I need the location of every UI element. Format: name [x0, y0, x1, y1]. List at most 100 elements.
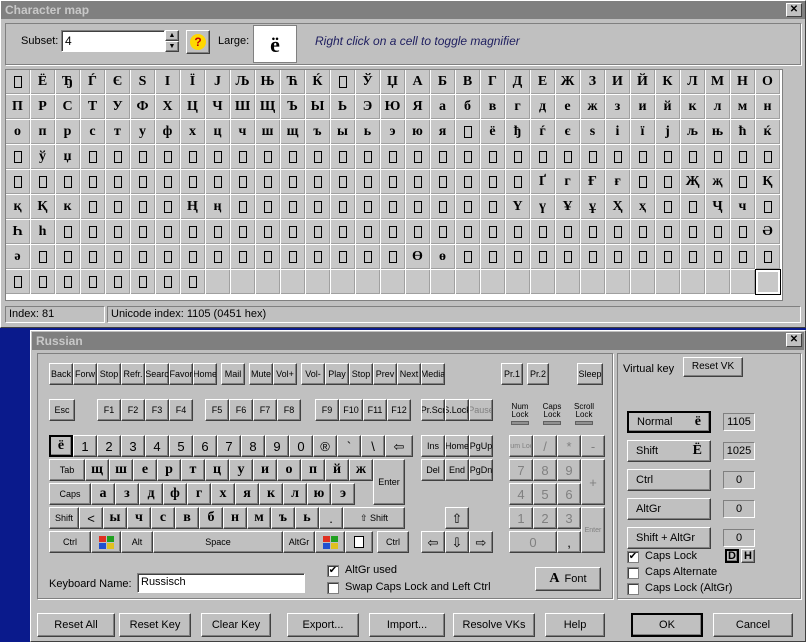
mode-ctrl-button[interactable]: Ctrl — [627, 469, 711, 491]
media-key[interactable]: Next — [397, 363, 421, 385]
char-cell[interactable]: у — [131, 120, 155, 144]
char-cell[interactable] — [656, 245, 680, 269]
numpad-key[interactable]: Enter — [581, 507, 605, 553]
numpad-key[interactable]: Num Lock — [509, 435, 533, 457]
char-cell[interactable]: Ю — [381, 95, 405, 119]
char-cell[interactable] — [306, 220, 330, 244]
char-cell[interactable] — [706, 245, 730, 269]
cyrillic-key[interactable]: т — [181, 459, 205, 481]
char-cell[interactable]: Ђ — [56, 70, 80, 94]
subset-spin-up[interactable]: ▲ — [165, 30, 179, 41]
key-1[interactable]: 1 — [73, 435, 97, 457]
cyrillic-key[interactable]: ь — [295, 507, 319, 529]
char-cell[interactable] — [406, 220, 430, 244]
close-icon[interactable]: ✕ — [786, 333, 802, 347]
f-key[interactable]: F1 — [97, 399, 121, 421]
char-cell[interactable] — [81, 220, 105, 244]
char-cell[interactable] — [481, 245, 505, 269]
close-icon[interactable]: ✕ — [786, 3, 802, 17]
bottom-button-ok[interactable]: OK — [631, 613, 703, 637]
char-cell[interactable] — [256, 195, 280, 219]
numpad-key[interactable]: 9 — [557, 459, 581, 481]
bottom-button-reset-all[interactable]: Reset All — [37, 613, 115, 637]
key-11[interactable]: ® — [313, 435, 337, 457]
char-cell[interactable] — [731, 170, 755, 194]
char-cell[interactable] — [156, 170, 180, 194]
bottom-button-import[interactable]: Import... — [369, 613, 445, 637]
char-cell[interactable]: В — [456, 70, 480, 94]
bottom-button-export[interactable]: Export... — [287, 613, 359, 637]
char-cell[interactable]: Т — [81, 95, 105, 119]
char-cell[interactable]: і — [606, 120, 630, 144]
media-key[interactable]: Back — [49, 363, 73, 385]
char-cell[interactable] — [106, 170, 130, 194]
char-cell[interactable]: ш — [256, 120, 280, 144]
cyrillic-key[interactable]: у — [229, 459, 253, 481]
up-arrow-key[interactable]: ⇧ — [445, 507, 469, 529]
char-cell[interactable] — [106, 245, 130, 269]
char-cell[interactable]: һ — [31, 220, 55, 244]
char-cell[interactable]: є — [556, 120, 580, 144]
char-cell[interactable]: ѓ — [531, 120, 555, 144]
char-cell[interactable] — [531, 145, 555, 169]
char-cell[interactable]: Ё — [31, 70, 55, 94]
char-cell[interactable]: д — [531, 95, 555, 119]
char-cell[interactable] — [356, 170, 380, 194]
numpad-key[interactable]: * — [557, 435, 581, 457]
numpad-key[interactable]: 6 — [557, 483, 581, 505]
char-cell[interactable]: р — [56, 120, 80, 144]
char-cell[interactable] — [681, 245, 705, 269]
char-cell[interactable] — [281, 270, 305, 294]
char-cell[interactable]: ц — [206, 120, 230, 144]
char-cell[interactable] — [531, 245, 555, 269]
char-cell[interactable]: ж — [581, 95, 605, 119]
char-cell[interactable]: Й — [631, 70, 655, 94]
char-cell[interactable] — [231, 145, 255, 169]
char-cell[interactable] — [456, 245, 480, 269]
space-key[interactable]: Space — [153, 531, 283, 553]
f-key[interactable]: F2 — [121, 399, 145, 421]
char-cell[interactable] — [306, 245, 330, 269]
char-cell[interactable] — [756, 245, 780, 269]
pause-key[interactable]: Pause — [469, 399, 493, 421]
char-cell[interactable] — [231, 195, 255, 219]
char-cell[interactable]: ә — [6, 245, 30, 269]
char-cell[interactable]: Ќ — [306, 70, 330, 94]
cyrillic-key[interactable]: ш — [109, 459, 133, 481]
bottom-button-reset-key[interactable]: Reset Key — [119, 613, 191, 637]
char-cell[interactable] — [681, 270, 705, 294]
char-cell[interactable] — [56, 170, 80, 194]
char-cell[interactable]: в — [481, 95, 505, 119]
numpad-key[interactable]: 1 — [509, 507, 533, 529]
char-cell[interactable] — [56, 245, 80, 269]
key-5[interactable]: 5 — [169, 435, 193, 457]
cyrillic-key[interactable]: е — [133, 459, 157, 481]
char-cell[interactable] — [131, 245, 155, 269]
char-cell[interactable]: Ҳ — [606, 195, 630, 219]
char-cell[interactable]: Ґ — [531, 170, 555, 194]
mode-altgr-button[interactable]: AltGr — [627, 498, 711, 520]
char-cell[interactable]: Љ — [231, 70, 255, 94]
char-cell[interactable] — [456, 195, 480, 219]
char-cell[interactable]: S — [131, 70, 155, 94]
char-cell[interactable] — [256, 245, 280, 269]
f-key[interactable]: F5 — [205, 399, 229, 421]
char-cell[interactable] — [331, 70, 355, 94]
f-key[interactable]: F10 — [339, 399, 363, 421]
char-cell[interactable] — [456, 120, 480, 144]
char-cell[interactable]: Я — [406, 95, 430, 119]
char-cell[interactable] — [256, 220, 280, 244]
media-key[interactable]: Home — [193, 363, 217, 385]
numpad-key[interactable]: 8 — [533, 459, 557, 481]
char-cell[interactable] — [356, 145, 380, 169]
char-cell[interactable]: І — [156, 70, 180, 94]
char-cell[interactable] — [206, 245, 230, 269]
char-cell[interactable]: љ — [681, 120, 705, 144]
char-cell[interactable] — [356, 245, 380, 269]
char-cell[interactable]: ү — [531, 195, 555, 219]
char-cell[interactable] — [106, 220, 130, 244]
char-cell[interactable]: Ч — [206, 95, 230, 119]
char-cell[interactable] — [231, 170, 255, 194]
numpad-key[interactable]: 4 — [509, 483, 533, 505]
char-cell[interactable] — [381, 270, 405, 294]
